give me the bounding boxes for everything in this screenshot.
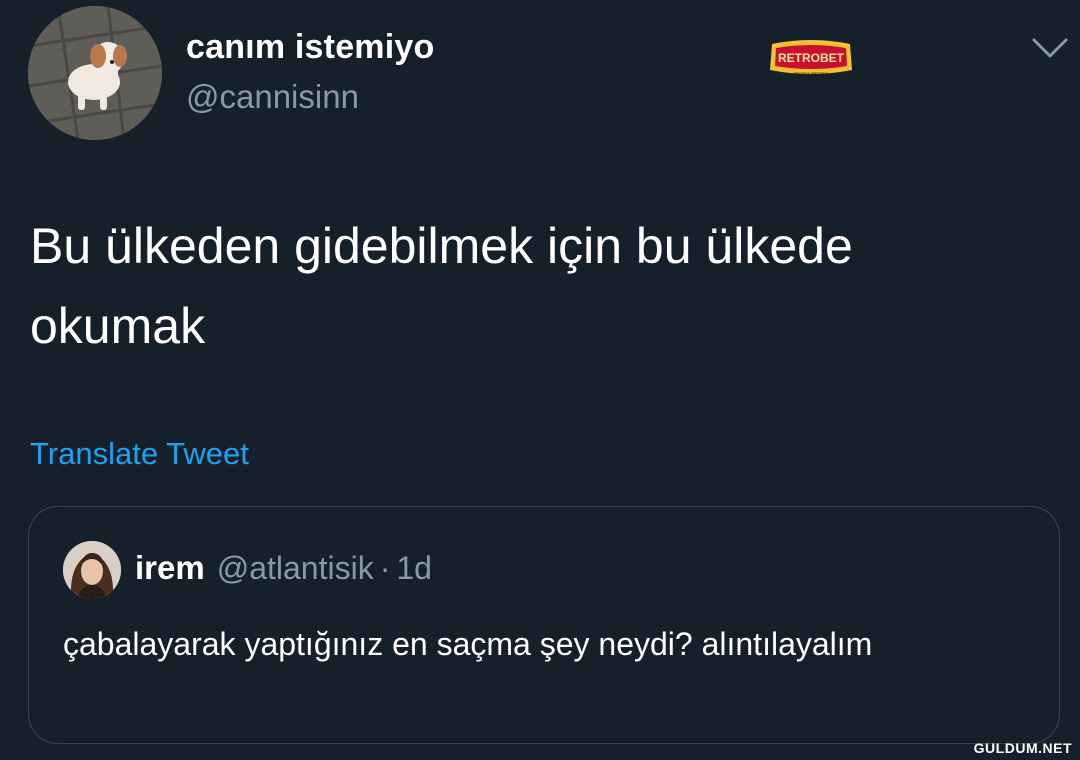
watermark: GULDUM.NET bbox=[973, 740, 1072, 756]
separator-dot: · bbox=[379, 550, 391, 586]
author-handle[interactable]: @cannisinn bbox=[186, 78, 359, 116]
profile-photo-avatar-icon bbox=[63, 541, 121, 599]
quoted-author-handle[interactable]: @atlantisik bbox=[217, 550, 374, 586]
puppy-avatar-icon bbox=[28, 6, 162, 140]
author-display-name[interactable]: canım istemiyo bbox=[186, 28, 434, 67]
quoted-author-display-name[interactable]: irem bbox=[135, 549, 205, 586]
quoted-tweet-card[interactable]: irem @atlantisik · 1d çabalayarak yaptığını… bbox=[28, 506, 1060, 744]
quoted-tweet-header: irem @atlantisik · 1d bbox=[135, 549, 432, 587]
quoted-tweet-timestamp[interactable]: 1d bbox=[396, 550, 432, 586]
translate-tweet-link[interactable]: Translate Tweet bbox=[30, 436, 249, 472]
chevron-down-icon[interactable] bbox=[1030, 32, 1070, 62]
retrobet-logo: RETROBET SPORTS BETTING bbox=[766, 38, 856, 80]
logo-subtext: SPORTS BETTING bbox=[793, 71, 828, 76]
author-avatar[interactable] bbox=[28, 6, 162, 140]
quoted-author-avatar[interactable] bbox=[63, 541, 121, 599]
tweet-text: Bu ülkeden gidebilmek için bu ülkede oku… bbox=[30, 218, 853, 354]
logo-text: RETROBET bbox=[778, 51, 845, 65]
quoted-tweet-text: çabalayarak yaptığınız en saçma şey neyd… bbox=[63, 626, 873, 662]
